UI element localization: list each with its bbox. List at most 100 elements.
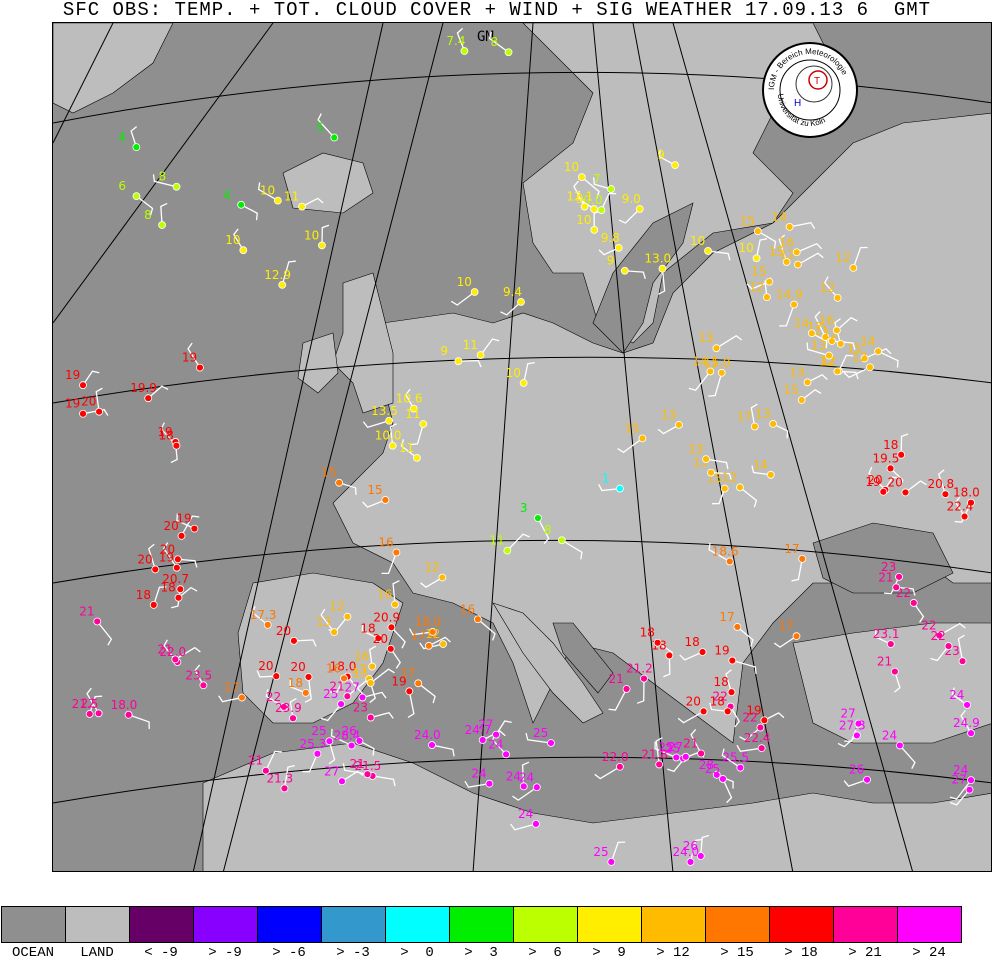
station-marker (756, 723, 765, 732)
logo-high: H (794, 98, 801, 109)
station-marker (901, 488, 910, 497)
wind-barb (407, 691, 415, 719)
station-temperature: 4 (118, 130, 126, 144)
station-temperature: 12 (722, 470, 737, 484)
station-marker (719, 775, 727, 783)
station-temperature: 18 (713, 675, 728, 689)
station-marker (762, 293, 771, 302)
station-marker (963, 701, 971, 709)
station-temperature: 16 (354, 650, 369, 664)
station-temperature: 20 (137, 552, 152, 566)
station-marker (597, 206, 606, 214)
station-temperature: 26 (683, 839, 698, 853)
station-temperature: 18 (883, 438, 898, 452)
station-marker (93, 617, 102, 626)
station-temperature: 10 (576, 213, 591, 227)
station-temperature: 11 (399, 441, 414, 455)
station-marker (717, 368, 726, 377)
legend-swatch (705, 906, 770, 943)
station-marker (460, 47, 469, 55)
station-marker (237, 200, 246, 209)
logo-emblem: IGM - Bereich Meteorologie Universität z… (767, 47, 849, 128)
station-temperature: 13 (811, 339, 826, 353)
station-marker (866, 363, 874, 372)
station-marker (832, 326, 841, 335)
station-marker (590, 225, 599, 234)
station-marker (534, 514, 542, 522)
station-temperature: 19 (391, 674, 406, 688)
station-marker (699, 707, 708, 716)
station-temperature: 14 (772, 210, 787, 224)
station-temperature: 23.1 (873, 627, 900, 641)
station-marker (368, 662, 377, 671)
station-temperature: 22.4 (744, 731, 771, 745)
station-temperature: 10.0 (375, 429, 402, 443)
station-marker (413, 453, 421, 462)
station-marker (665, 651, 674, 660)
wind-barb (899, 745, 916, 769)
station-temperature: 21 (79, 604, 94, 618)
station-marker (391, 600, 399, 609)
station-marker (325, 737, 334, 746)
legend-swatch (897, 906, 962, 943)
station-marker (736, 483, 744, 492)
station-temperature: 21.3 (266, 771, 293, 785)
station-marker (622, 685, 631, 693)
station-temperature: 9 (576, 192, 584, 206)
wind-barb (450, 291, 476, 306)
station-marker (290, 636, 298, 645)
station-marker (653, 638, 662, 647)
station-marker (337, 700, 345, 708)
station-marker (388, 441, 397, 450)
station-marker (304, 673, 313, 681)
station-marker (798, 554, 807, 563)
station-marker (261, 766, 270, 775)
station-temperature: 8 (144, 208, 152, 222)
station-temperature: 9.0 (622, 192, 641, 206)
station-temperature: 18.0 (111, 698, 138, 712)
station-temperature: 25 (311, 724, 326, 738)
wind-barb (362, 420, 390, 429)
station-marker (733, 623, 742, 631)
legend-swatch (513, 906, 578, 943)
station-marker (723, 707, 732, 716)
station-marker (289, 714, 297, 723)
station-temperature: 3 (520, 501, 528, 515)
station-temperature: 20.9 (373, 610, 400, 624)
station-marker (347, 741, 356, 750)
station-temperature: 20 (373, 632, 388, 646)
station-temperature: 26 (849, 763, 864, 777)
station-temperature: 13 (698, 331, 713, 345)
station-marker (95, 407, 104, 416)
station-temperature: 20 (686, 694, 701, 708)
station-temperature: 15 (769, 245, 784, 259)
station-temperature: 19 (176, 512, 191, 526)
station-temperature: 21.2 (626, 662, 653, 676)
station-marker (272, 672, 281, 681)
station-temperature: 12 (424, 561, 439, 575)
station-temperature: 19.5 (873, 451, 900, 465)
station-temperature: 13.0 (644, 252, 671, 266)
station-marker (760, 716, 769, 725)
station-temperature: 12 (749, 280, 764, 294)
station-marker (172, 182, 181, 191)
land-areas (53, 23, 991, 871)
station-temperature: 13 (353, 666, 368, 680)
station-marker (419, 420, 428, 428)
station-marker (278, 280, 287, 289)
station-temperature: 27 (324, 764, 339, 778)
station-temperature: 15 (367, 483, 382, 497)
station-marker (895, 741, 904, 750)
station-marker (707, 468, 715, 477)
station-marker (736, 763, 745, 772)
station-marker (909, 599, 918, 607)
station-marker (454, 357, 463, 366)
station-marker (640, 674, 648, 683)
station-marker (79, 381, 87, 390)
station-marker (757, 744, 766, 753)
station-marker (792, 632, 801, 641)
station-marker (797, 396, 806, 404)
station-marker (892, 583, 901, 592)
station-marker (405, 687, 414, 696)
station-temperature: 22.0 (602, 750, 629, 764)
